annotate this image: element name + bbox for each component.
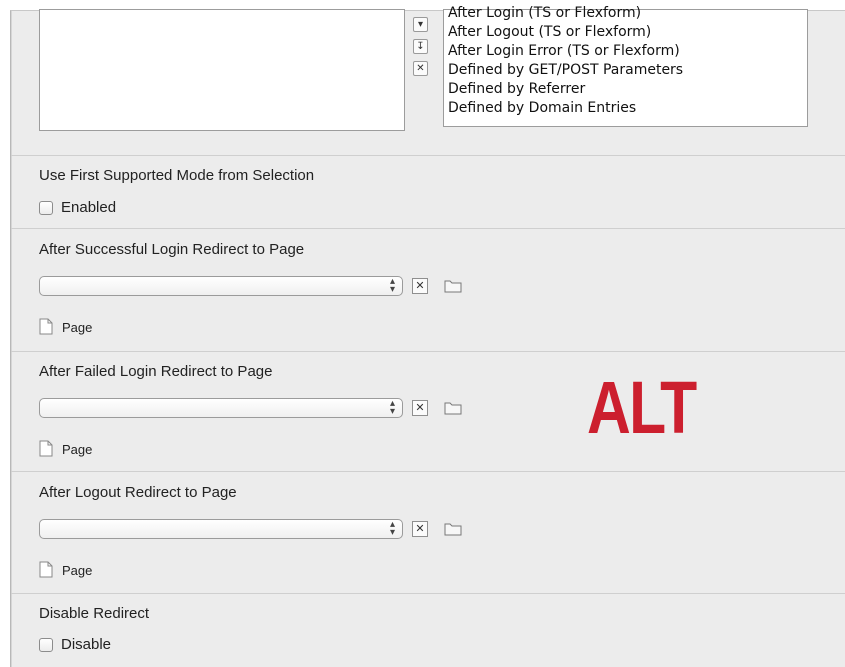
folder-icon[interactable] — [444, 279, 462, 293]
disable-checkbox-row[interactable]: Disable — [39, 636, 111, 653]
move-down-icon[interactable]: ▾ — [413, 17, 428, 32]
mode-option[interactable]: After Logout (TS or Flexform) — [448, 23, 807, 42]
failed-redirect-select[interactable]: ▴ ▾ — [39, 398, 403, 418]
disable-checkbox-label[interactable]: Disable — [61, 636, 111, 653]
folder-icon[interactable] — [444, 401, 462, 415]
success-redirect-select[interactable]: ▴ ▾ — [39, 276, 403, 296]
mode-option[interactable]: Defined by Domain Entries — [448, 99, 807, 118]
page-icon — [39, 561, 53, 578]
mode-option[interactable]: After Login (TS or Flexform) — [448, 4, 807, 23]
success-redirect-label: After Successful Login Redirect to Page — [39, 241, 305, 258]
move-to-bottom-icon[interactable]: ↧ — [413, 39, 428, 54]
updown-arrows-icon: ▴ ▾ — [389, 398, 395, 417]
failed-redirect-label: After Failed Login Redirect to Page — [39, 363, 273, 380]
first-supported-label: Use First Supported Mode from Selection — [39, 167, 315, 184]
logout-redirect-select[interactable]: ▴ ▾ — [39, 519, 403, 539]
alt-badge: ALT — [587, 366, 697, 449]
divider — [11, 228, 845, 229]
mode-option[interactable]: Defined by GET/POST Parameters — [448, 61, 807, 80]
logout-redirect-label: After Logout Redirect to Page — [39, 484, 237, 501]
divider — [11, 471, 845, 472]
divider — [11, 155, 845, 156]
page-icon — [39, 440, 53, 457]
page-label: Page — [62, 320, 93, 335]
folder-icon[interactable] — [444, 522, 462, 536]
page-icon — [39, 318, 53, 335]
mode-option[interactable]: Defined by Referrer — [448, 80, 807, 99]
success-page-row: Page — [39, 318, 92, 335]
available-modes-list[interactable]: After Login (TS or Flexform) After Logou… — [443, 5, 808, 127]
disable-redirect-label: Disable Redirect — [39, 605, 150, 622]
clear-x-icon[interactable]: ✕ — [412, 521, 428, 537]
divider — [11, 593, 845, 594]
logout-page-row: Page — [39, 561, 92, 578]
disable-checkbox[interactable] — [39, 637, 53, 652]
clear-x-icon[interactable]: ✕ — [412, 278, 428, 294]
enabled-checkbox[interactable] — [39, 200, 53, 215]
page-label: Page — [62, 563, 93, 578]
clear-x-icon[interactable]: ✕ — [412, 400, 428, 416]
enabled-checkbox-label[interactable]: Enabled — [61, 199, 116, 216]
enabled-checkbox-row[interactable]: Enabled — [39, 199, 116, 216]
remove-icon[interactable]: ✕ — [413, 61, 428, 76]
page-label: Page — [62, 442, 93, 457]
divider — [11, 351, 845, 352]
updown-arrows-icon: ▴ ▾ — [389, 519, 395, 538]
mode-option[interactable]: After Login Error (TS or Flexform) — [448, 42, 807, 61]
updown-arrows-icon: ▴ ▾ — [389, 276, 395, 295]
selected-modes-list[interactable] — [39, 9, 405, 131]
login-settings-panel: ▾ ↧ ✕ After Login (TS or Flexform) After… — [10, 5, 845, 667]
failed-page-row: Page — [39, 440, 92, 457]
